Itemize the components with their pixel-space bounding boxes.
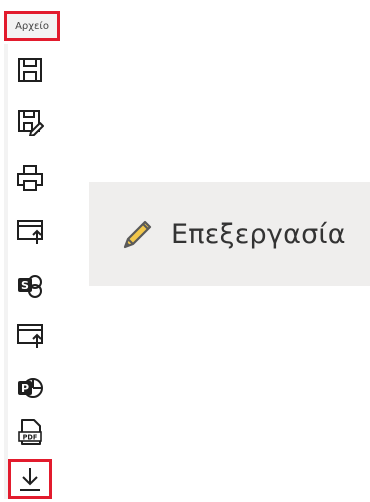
menu-separator <box>4 44 8 499</box>
powerpoint-button[interactable]: P <box>13 371 47 405</box>
save-button[interactable] <box>13 53 47 87</box>
export-icon <box>17 220 43 244</box>
powerpoint-icon: P <box>18 378 43 398</box>
svg-text:S: S <box>21 279 29 292</box>
edit-label: Επεξεργασία <box>171 218 346 250</box>
save-as-button[interactable] <box>13 105 47 139</box>
pdf-button[interactable]: PDF <box>13 415 47 449</box>
publish-icon <box>17 324 43 348</box>
sharepoint-icon: S <box>18 275 42 298</box>
file-tab-label: Αρχείο <box>15 20 49 32</box>
svg-text:P: P <box>21 382 29 395</box>
edit-button[interactable]: Επεξεργασία <box>89 182 370 286</box>
pencil-icon <box>123 220 152 249</box>
print-icon <box>17 165 43 191</box>
export-button[interactable] <box>13 214 47 248</box>
sharepoint-button[interactable]: S <box>13 268 47 302</box>
print-button[interactable] <box>13 161 47 195</box>
file-tab[interactable]: Αρχείο <box>4 11 60 41</box>
save-as-icon <box>18 110 44 136</box>
svg-text:PDF: PDF <box>23 434 38 442</box>
download-button[interactable] <box>8 459 52 499</box>
publish-button[interactable] <box>13 318 47 352</box>
pdf-icon: PDF <box>18 419 42 445</box>
download-icon <box>20 468 40 491</box>
file-menu: Αρχείο S P PDF <box>4 11 64 499</box>
save-icon <box>18 58 42 82</box>
